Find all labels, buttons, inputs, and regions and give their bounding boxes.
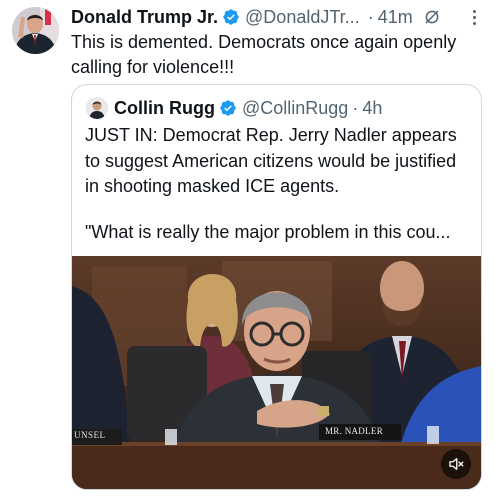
separator-dot: · (367, 6, 374, 27)
post-timestamp[interactable]: 41m (378, 7, 413, 28)
quote-author-avatar[interactable] (86, 97, 108, 119)
video-frame (72, 256, 481, 489)
quote-text: JUST IN: Democrat Rep. Jerry Nadler appe… (85, 125, 457, 196)
quote-text-continued: "What is really the major problem in thi… (85, 222, 451, 242)
more-icon[interactable] (473, 10, 477, 28)
post-header: Donald Trump Jr. @DonaldJTr... · 41m (71, 5, 483, 29)
mute-icon (449, 458, 464, 470)
author-avatar[interactable] (12, 7, 59, 54)
separator-dot: · (352, 97, 359, 118)
video-player[interactable]: UNSEL MR. NADLER (72, 256, 481, 489)
verified-badge-icon (220, 100, 236, 116)
author-name[interactable]: Donald Trump Jr. (71, 7, 218, 28)
quoted-post[interactable]: Collin Rugg @CollinRugg · 4h JUST IN: De… (71, 84, 482, 490)
video-label-left: UNSEL (74, 430, 106, 440)
mute-button[interactable] (441, 449, 471, 479)
verified-badge-icon (223, 9, 239, 25)
grok-icon[interactable] (423, 8, 441, 26)
video-nameplate: MR. NADLER (325, 426, 384, 436)
quote-timestamp[interactable]: 4h (362, 98, 382, 119)
author-handle[interactable]: @DonaldJTr... (245, 7, 360, 28)
quote-header: Collin Rugg @CollinRugg · 4h (86, 96, 382, 120)
post-text: This is demented. Democrats once again o… (71, 32, 457, 77)
quote-author-handle[interactable]: @CollinRugg (242, 98, 348, 119)
quote-author-name[interactable]: Collin Rugg (114, 98, 215, 119)
